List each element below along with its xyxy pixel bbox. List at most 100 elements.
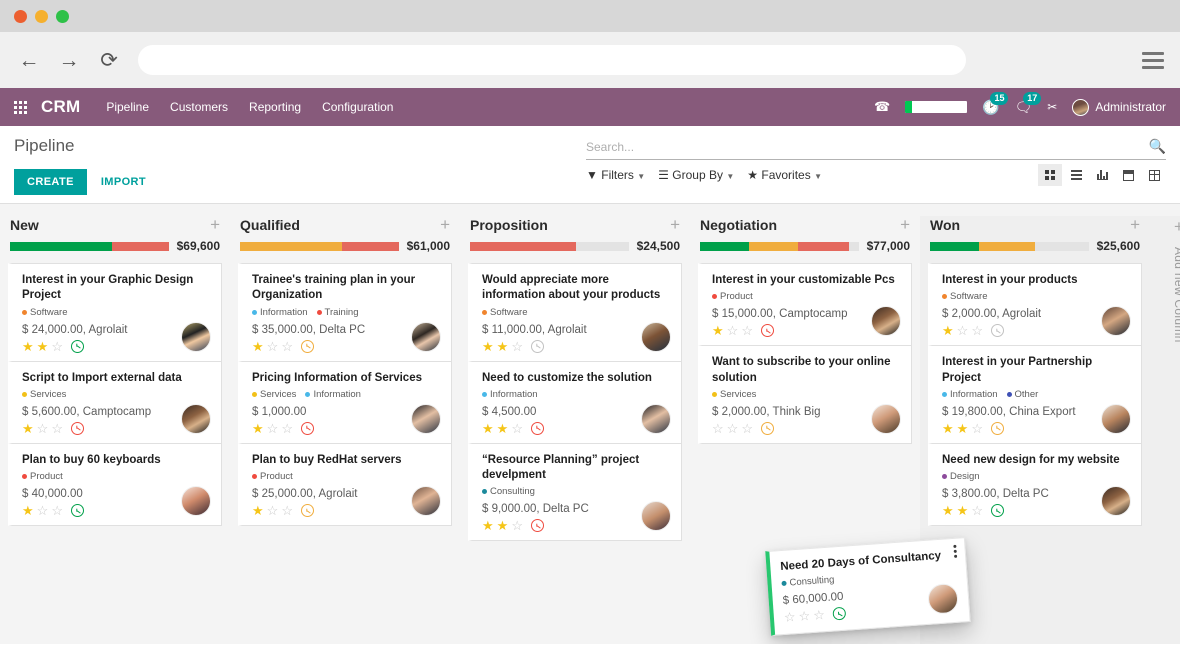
window-minimize-button[interactable] bbox=[35, 9, 48, 23]
menu-item-customers[interactable]: Customers bbox=[170, 100, 228, 114]
star-icon[interactable]: ☆ bbox=[511, 340, 523, 353]
star-icon[interactable]: ☆ bbox=[267, 340, 279, 353]
star-icon[interactable]: ★ bbox=[497, 422, 509, 435]
progress-bar[interactable] bbox=[240, 241, 399, 251]
rating-stars[interactable]: ★ ★ ☆ bbox=[22, 340, 63, 353]
add-card-button[interactable]: + bbox=[1130, 216, 1140, 233]
star-icon[interactable]: ☆ bbox=[267, 422, 279, 435]
progress-bar[interactable] bbox=[470, 241, 629, 251]
star-icon[interactable]: ☆ bbox=[51, 340, 63, 353]
star-icon[interactable]: ☆ bbox=[783, 609, 796, 625]
star-icon[interactable]: ☆ bbox=[798, 608, 811, 624]
rating-stars[interactable]: ★ ☆ ☆ bbox=[252, 422, 293, 435]
star-icon[interactable]: ★ bbox=[497, 340, 509, 353]
star-icon[interactable]: ★ bbox=[957, 504, 969, 517]
star-icon[interactable]: ☆ bbox=[281, 340, 293, 353]
kanban-card[interactable]: Plan to buy RedHat servers Product $ 25,00… bbox=[238, 443, 452, 527]
back-arrow-icon[interactable]: ← bbox=[16, 47, 42, 73]
star-icon[interactable]: ★ bbox=[22, 504, 34, 517]
star-icon[interactable]: ★ bbox=[712, 324, 724, 337]
rating-stars[interactable]: ☆ ☆ ☆ bbox=[712, 422, 753, 435]
star-icon[interactable]: ★ bbox=[252, 504, 264, 517]
kanban-card[interactable]: Interest in your products Software $ 2,000… bbox=[928, 263, 1142, 347]
rating-stars[interactable]: ☆ ☆ ☆ bbox=[783, 607, 826, 625]
activity-clock-icon[interactable] bbox=[70, 421, 84, 435]
user-menu[interactable]: Administrator bbox=[1072, 98, 1166, 116]
rating-stars[interactable]: ★ ☆ ☆ bbox=[252, 504, 293, 517]
rating-stars[interactable]: ★ ★ ☆ bbox=[482, 519, 523, 532]
activity-clock-icon[interactable] bbox=[300, 504, 314, 518]
star-icon[interactable]: ☆ bbox=[971, 324, 983, 337]
calendar-view-button[interactable] bbox=[1116, 164, 1140, 186]
progress-bar[interactable] bbox=[700, 241, 859, 251]
favorites-dropdown[interactable]: ★ Favorites ▼ bbox=[747, 168, 822, 182]
star-icon[interactable]: ★ bbox=[482, 519, 494, 532]
reload-icon[interactable]: ⟳ bbox=[96, 47, 122, 73]
import-button[interactable]: IMPORT bbox=[101, 176, 146, 188]
kanban-card[interactable]: Need to customize the solution Informatio… bbox=[468, 361, 682, 444]
star-icon[interactable]: ★ bbox=[37, 340, 49, 353]
rating-stars[interactable]: ★ ☆ ☆ bbox=[252, 340, 293, 353]
star-icon[interactable]: ★ bbox=[252, 340, 264, 353]
address-bar[interactable] bbox=[138, 45, 966, 75]
rating-stars[interactable]: ★ ☆ ☆ bbox=[22, 504, 63, 517]
messages-icon[interactable]: 🗨 17 bbox=[1014, 91, 1042, 116]
rating-stars[interactable]: ★ ☆ ☆ bbox=[942, 324, 983, 337]
activity-clock-icon[interactable] bbox=[70, 339, 84, 353]
star-icon[interactable]: ☆ bbox=[511, 519, 523, 532]
forward-arrow-icon[interactable]: → bbox=[56, 47, 82, 73]
star-icon[interactable]: ☆ bbox=[51, 504, 63, 517]
add-card-button[interactable]: + bbox=[440, 216, 450, 233]
create-button[interactable]: CREATE bbox=[14, 169, 87, 195]
star-icon[interactable]: ☆ bbox=[971, 504, 983, 517]
activities-clock-icon[interactable]: 🕑 15 bbox=[982, 91, 1009, 116]
star-icon[interactable]: ☆ bbox=[727, 422, 739, 435]
rating-stars[interactable]: ★ ☆ ☆ bbox=[22, 422, 63, 435]
apps-grid-icon[interactable] bbox=[14, 100, 27, 114]
kanban-card[interactable]: Want to subscribe to your online solutio… bbox=[698, 346, 912, 444]
kanban-card[interactable]: Need new design for my website Design $ 3,… bbox=[928, 443, 1142, 527]
star-icon[interactable]: ☆ bbox=[813, 607, 826, 623]
tools-icon[interactable]: ✂ bbox=[1047, 100, 1057, 114]
rating-stars[interactable]: ★ ★ ☆ bbox=[942, 504, 983, 517]
filters-dropdown[interactable]: ▼ Filters ▼ bbox=[586, 168, 645, 182]
activity-clock-icon[interactable] bbox=[300, 421, 314, 435]
window-maximize-button[interactable] bbox=[56, 9, 69, 23]
kanban-card[interactable]: Interest in your customizable Pcs Product… bbox=[698, 263, 912, 347]
activity-clock-icon[interactable] bbox=[760, 421, 774, 435]
rating-stars[interactable]: ★ ★ ☆ bbox=[482, 422, 523, 435]
kanban-card[interactable]: Would appreciate more information about … bbox=[468, 263, 682, 362]
hamburger-menu-icon[interactable] bbox=[1142, 51, 1164, 69]
kanban-card[interactable]: Plan to buy 60 keyboards Product $ 40,000.… bbox=[8, 443, 222, 527]
pivot-view-button[interactable] bbox=[1142, 164, 1166, 186]
add-column-plus-icon[interactable]: + bbox=[1174, 218, 1180, 235]
activity-clock-icon[interactable] bbox=[530, 519, 544, 533]
kanban-card[interactable]: Interest in your Partnership Project Info… bbox=[928, 346, 1142, 444]
rating-stars[interactable]: ★ ★ ☆ bbox=[482, 340, 523, 353]
add-card-button[interactable]: + bbox=[670, 216, 680, 233]
add-card-button[interactable]: + bbox=[210, 216, 220, 233]
star-icon[interactable]: ★ bbox=[497, 519, 509, 532]
star-icon[interactable]: ☆ bbox=[957, 324, 969, 337]
list-view-button[interactable] bbox=[1064, 164, 1088, 186]
star-icon[interactable]: ☆ bbox=[971, 422, 983, 435]
kanban-card[interactable]: “Resource Planning” project develpment Co… bbox=[468, 443, 682, 542]
activity-clock-icon[interactable] bbox=[990, 421, 1004, 435]
star-icon[interactable]: ☆ bbox=[37, 422, 49, 435]
activity-clock-icon[interactable] bbox=[530, 421, 544, 435]
search-input[interactable] bbox=[586, 139, 1149, 154]
search-box[interactable]: 🔍 bbox=[586, 138, 1166, 160]
rating-stars[interactable]: ★ ★ ☆ bbox=[942, 422, 983, 435]
star-icon[interactable]: ★ bbox=[252, 422, 264, 435]
star-icon[interactable]: ★ bbox=[22, 340, 34, 353]
menu-item-reporting[interactable]: Reporting bbox=[249, 100, 301, 114]
groupby-dropdown[interactable]: ☰ Group By ▼ bbox=[658, 168, 734, 182]
star-icon[interactable]: ☆ bbox=[741, 422, 753, 435]
star-icon[interactable]: ★ bbox=[482, 422, 494, 435]
star-icon[interactable]: ☆ bbox=[727, 324, 739, 337]
star-icon[interactable]: ★ bbox=[957, 422, 969, 435]
search-icon[interactable]: 🔍 bbox=[1149, 138, 1166, 155]
rating-stars[interactable]: ★ ☆ ☆ bbox=[712, 324, 753, 337]
dragged-kanban-card[interactable]: Need 20 Days of Consultancy Consulting $ 6… bbox=[765, 537, 971, 637]
kanban-card[interactable]: Script to Import external data Services $ … bbox=[8, 361, 222, 444]
